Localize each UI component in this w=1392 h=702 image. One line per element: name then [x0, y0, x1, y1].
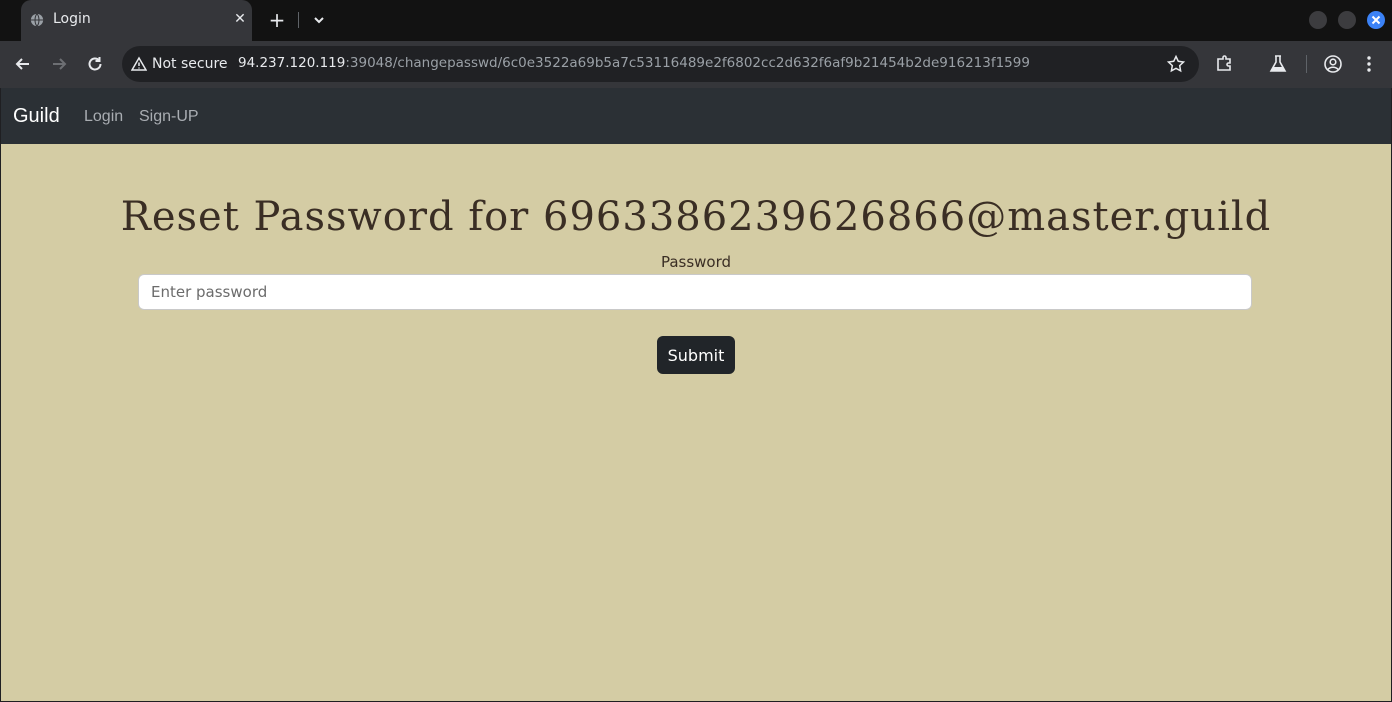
forward-icon[interactable]	[48, 53, 70, 75]
close-icon	[1371, 15, 1381, 25]
maximize-button[interactable]	[1338, 11, 1356, 29]
toolbar-divider	[1306, 55, 1307, 73]
reload-icon[interactable]	[84, 53, 106, 75]
not-secure-label: Not secure	[152, 56, 228, 72]
minimize-button[interactable]	[1309, 11, 1327, 29]
new-tab-icon[interactable]: +	[266, 9, 288, 31]
url-host: 94.237.120.119	[238, 55, 346, 71]
back-icon[interactable]	[12, 53, 34, 75]
address-bar[interactable]: Not secure 94.237.120.119:39048/changepa…	[122, 46, 1199, 82]
submit-button[interactable]: Submit	[657, 336, 735, 374]
password-label: Password	[660, 253, 732, 271]
globe-icon	[30, 13, 44, 27]
tab-title: Login	[53, 11, 91, 27]
page-content: Guild Login Sign-UP Reset Password for 6…	[1, 88, 1391, 701]
page-title: Reset Password for 69633862396268​66@mas…	[120, 194, 1272, 240]
tab-strip: Login ✕ +	[0, 0, 1392, 41]
window-close-button[interactable]	[1367, 11, 1385, 29]
profile-icon[interactable]	[1322, 53, 1344, 75]
tab-close-icon[interactable]: ✕	[229, 8, 251, 30]
nav-signup-link[interactable]: Sign-UP	[139, 108, 199, 126]
brand-link[interactable]: Guild	[13, 105, 60, 128]
chevron-down-icon[interactable]	[308, 9, 330, 31]
nav-login-link[interactable]: Login	[84, 108, 123, 126]
warning-icon	[131, 56, 147, 71]
browser-toolbar: Not secure 94.237.120.119:39048/changepa…	[0, 41, 1392, 88]
security-chip[interactable]: Not secure	[131, 55, 228, 73]
site-navbar: Guild Login Sign-UP	[1, 88, 1391, 144]
extensions-icon[interactable]	[1214, 53, 1236, 75]
browser-window: Login ✕ + Not secure 94.237.120.119:3904…	[0, 0, 1392, 702]
bookmark-star-icon[interactable]	[1166, 54, 1186, 74]
url-text[interactable]: 94.237.120.119:39048/changepasswd/6c0e35…	[238, 55, 1030, 71]
url-path: :39048/changepasswd/6c0e3522a69b5a7c5311…	[345, 55, 1030, 71]
menu-kebab-icon[interactable]	[1358, 53, 1380, 75]
password-input[interactable]	[138, 274, 1252, 310]
tab-login[interactable]: Login ✕	[21, 0, 252, 41]
labs-flask-icon[interactable]	[1267, 53, 1289, 75]
tab-divider	[298, 12, 299, 28]
